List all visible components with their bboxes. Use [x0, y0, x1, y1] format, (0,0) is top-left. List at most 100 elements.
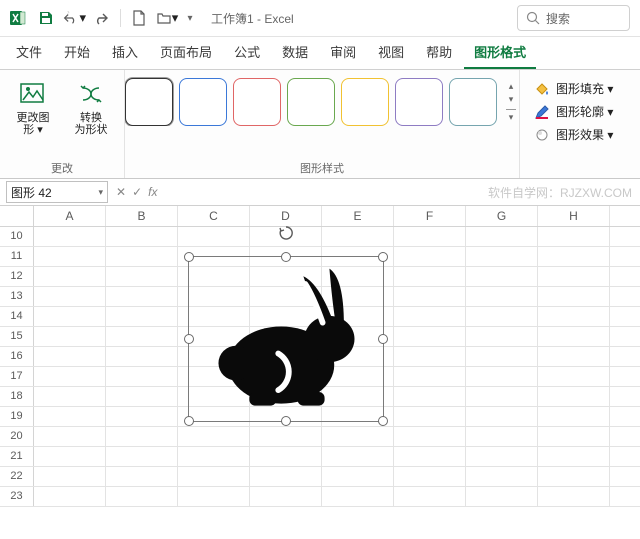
column-header[interactable]: F	[394, 206, 466, 226]
cell[interactable]	[538, 387, 610, 406]
cell[interactable]	[322, 427, 394, 446]
cell[interactable]	[34, 407, 106, 426]
cell[interactable]	[394, 487, 466, 506]
cell[interactable]	[34, 467, 106, 486]
tab-data[interactable]: 数据	[272, 36, 318, 69]
cell[interactable]	[106, 427, 178, 446]
cell[interactable]	[178, 467, 250, 486]
cell[interactable]	[322, 447, 394, 466]
qat-customize-button[interactable]: ▾	[183, 6, 197, 30]
row-header[interactable]: 10	[0, 227, 34, 246]
cell[interactable]	[466, 287, 538, 306]
cell[interactable]	[250, 447, 322, 466]
style-preset-2[interactable]	[233, 78, 281, 126]
cell[interactable]	[538, 467, 610, 486]
cell[interactable]	[106, 247, 178, 266]
cell[interactable]	[34, 427, 106, 446]
cancel-entry-button[interactable]: ✕	[116, 185, 126, 199]
cell[interactable]	[34, 327, 106, 346]
row-header[interactable]: 15	[0, 327, 34, 346]
cell[interactable]	[394, 327, 466, 346]
cell[interactable]	[106, 267, 178, 286]
cell[interactable]	[538, 407, 610, 426]
cell[interactable]	[466, 347, 538, 366]
cell[interactable]	[466, 267, 538, 286]
cell[interactable]	[394, 387, 466, 406]
cell[interactable]	[394, 247, 466, 266]
tab-view[interactable]: 视图	[368, 36, 414, 69]
row-header[interactable]: 22	[0, 467, 34, 486]
cell[interactable]	[178, 427, 250, 446]
cell[interactable]	[106, 327, 178, 346]
style-preset-0[interactable]	[125, 78, 173, 126]
shape-fill-button[interactable]: 图形填充 ▾	[530, 78, 630, 99]
style-preset-5[interactable]	[395, 78, 443, 126]
cell[interactable]	[466, 247, 538, 266]
style-preset-1[interactable]	[179, 78, 227, 126]
tab-insert[interactable]: 插入	[102, 36, 148, 69]
row-header[interactable]: 16	[0, 347, 34, 366]
open-file-button[interactable]: ▾	[155, 6, 179, 30]
tab-file[interactable]: 文件	[6, 36, 52, 69]
shape-outline-button[interactable]: 图形轮廓 ▾	[530, 101, 630, 122]
cell[interactable]	[106, 367, 178, 386]
cell[interactable]	[538, 367, 610, 386]
cell[interactable]	[106, 307, 178, 326]
cell[interactable]	[538, 287, 610, 306]
cell[interactable]	[106, 287, 178, 306]
cell[interactable]	[538, 267, 610, 286]
cell[interactable]	[34, 387, 106, 406]
tab-review[interactable]: 审阅	[320, 36, 366, 69]
cell[interactable]	[466, 387, 538, 406]
column-header[interactable]: D	[250, 206, 322, 226]
cell[interactable]	[466, 327, 538, 346]
row-header[interactable]: 11	[0, 247, 34, 266]
cell[interactable]	[466, 227, 538, 246]
cell[interactable]	[178, 447, 250, 466]
column-header[interactable]: B	[106, 206, 178, 226]
row-header[interactable]: 21	[0, 447, 34, 466]
rotate-handle[interactable]	[278, 225, 294, 241]
cell[interactable]	[394, 447, 466, 466]
style-preset-3[interactable]	[287, 78, 335, 126]
cell[interactable]	[394, 407, 466, 426]
confirm-entry-button[interactable]: ✓	[132, 185, 142, 199]
cell[interactable]	[178, 487, 250, 506]
resize-handle-mid-right[interactable]	[378, 334, 388, 344]
column-header[interactable]: H	[538, 206, 610, 226]
cell[interactable]	[322, 467, 394, 486]
save-button[interactable]	[34, 6, 58, 30]
cell[interactable]	[466, 427, 538, 446]
cell[interactable]	[34, 487, 106, 506]
column-header[interactable]: A	[34, 206, 106, 226]
cell[interactable]	[538, 227, 610, 246]
cell[interactable]	[466, 487, 538, 506]
shape-selection-frame[interactable]	[188, 256, 384, 422]
cell[interactable]	[34, 247, 106, 266]
cell[interactable]	[466, 307, 538, 326]
cell[interactable]	[106, 407, 178, 426]
cell[interactable]	[538, 347, 610, 366]
style-preset-4[interactable]	[341, 78, 389, 126]
cell[interactable]	[34, 287, 106, 306]
cell[interactable]	[106, 467, 178, 486]
cell[interactable]	[34, 367, 106, 386]
row-header[interactable]: 17	[0, 367, 34, 386]
cell[interactable]	[34, 227, 106, 246]
select-all-corner[interactable]	[0, 206, 34, 226]
tab-page-layout[interactable]: 页面布局	[150, 36, 222, 69]
cell[interactable]	[538, 327, 610, 346]
cell[interactable]	[34, 347, 106, 366]
cell[interactable]	[34, 447, 106, 466]
cell[interactable]	[538, 487, 610, 506]
new-file-button[interactable]	[127, 6, 151, 30]
cell[interactable]	[394, 227, 466, 246]
cell[interactable]	[250, 427, 322, 446]
rabbit-icon[interactable]	[189, 257, 383, 421]
row-header[interactable]: 23	[0, 487, 34, 506]
cell[interactable]	[538, 447, 610, 466]
redo-button[interactable]	[90, 6, 114, 30]
cell[interactable]	[466, 367, 538, 386]
cell[interactable]	[34, 307, 106, 326]
cell[interactable]	[538, 427, 610, 446]
